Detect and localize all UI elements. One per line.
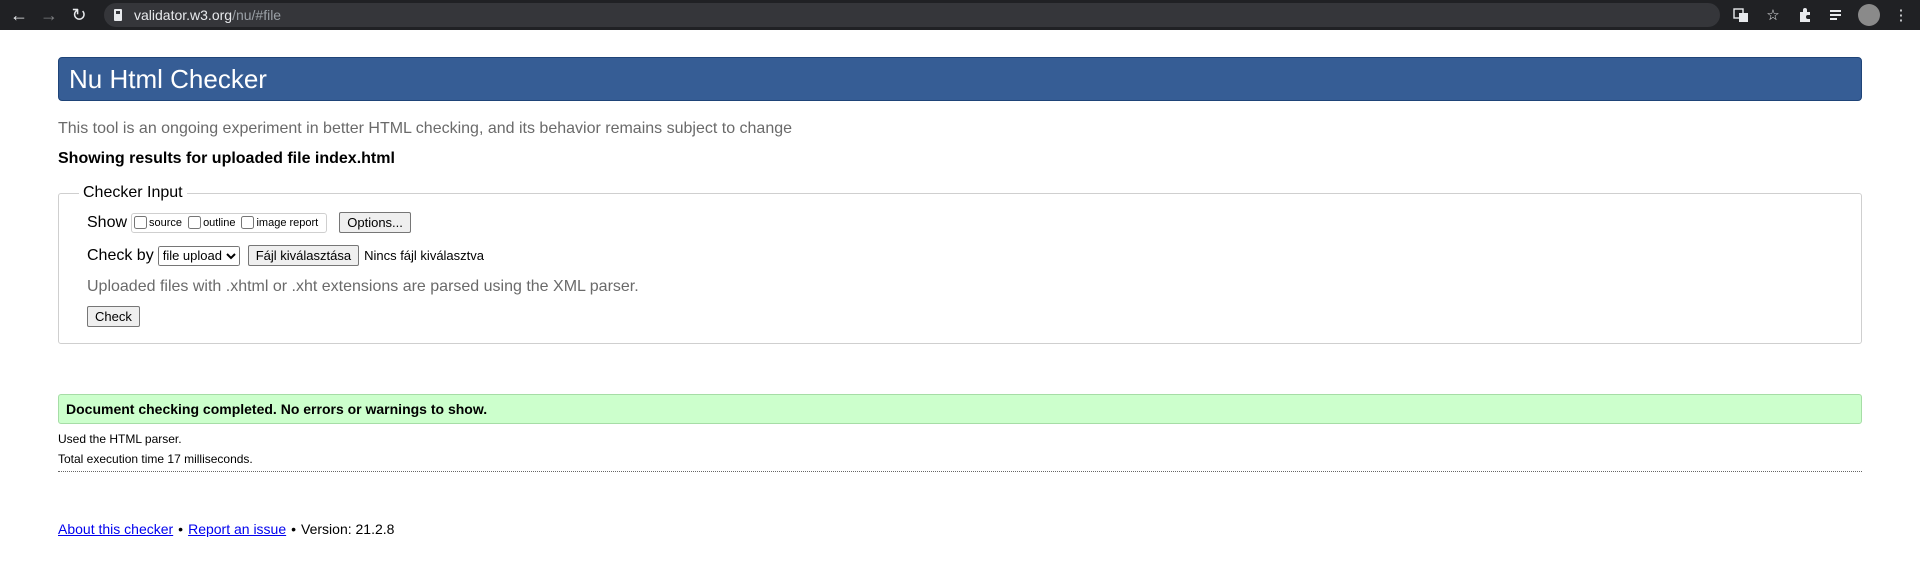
- page-content: Nu Html Checker This tool is an ongoing …: [58, 57, 1862, 537]
- checker-input-legend: Checker Input: [83, 184, 183, 201]
- options-button[interactable]: Options...: [339, 212, 411, 233]
- outline-checkbox[interactable]: [188, 216, 202, 229]
- report-issue-link[interactable]: Report an issue: [188, 521, 286, 537]
- reading-list-icon[interactable]: [1826, 4, 1848, 26]
- showing-results-heading: Showing results for uploaded file index.…: [58, 150, 395, 167]
- show-row: Show source outline image report Options…: [87, 212, 1833, 233]
- about-link[interactable]: About this checker: [58, 521, 173, 537]
- show-label: Show: [87, 213, 128, 231]
- divider: [58, 471, 1862, 472]
- page-title: Nu Html Checker: [69, 63, 267, 94]
- lock-icon: [114, 13, 122, 21]
- result-details: Used the HTML parser. Total execution ti…: [58, 429, 1862, 469]
- intro-text: This tool is an ongoing experiment in be…: [58, 120, 793, 137]
- check-by-select[interactable]: file upload: [157, 245, 240, 266]
- parser-info: Used the HTML parser.: [58, 432, 182, 446]
- url-path: /nu/#file: [232, 7, 282, 23]
- footer: About this checker • Report an issue • Versi…: [58, 521, 1862, 537]
- xml-parser-note: Uploaded files with .xhtml or .xht exten…: [87, 278, 639, 295]
- back-arrow-icon[interactable]: ←: [6, 2, 32, 28]
- check-by-row: Check by file upload Fájl kiválasztása N…: [87, 245, 1833, 266]
- check-button[interactable]: Check: [87, 306, 140, 327]
- avatar-icon[interactable]: [1858, 4, 1880, 26]
- file-status: Nincs fájl kiválasztva: [364, 248, 485, 263]
- address-bar[interactable]: validator.w3.org/nu/#file: [104, 3, 1720, 27]
- star-icon[interactable]: ☆: [1762, 4, 1784, 26]
- image-report-option[interactable]: image report: [241, 216, 318, 229]
- translate-icon[interactable]: [1730, 4, 1752, 26]
- footer-separator: •: [178, 521, 184, 537]
- file-choose-button[interactable]: Fájl kiválasztása: [247, 245, 360, 266]
- source-option[interactable]: source: [134, 216, 182, 229]
- footer-separator-2: •: [291, 521, 297, 537]
- image-report-checkbox[interactable]: [241, 216, 255, 229]
- browser-toolbar: ← → ↻ validator.w3.org/nu/#file ☆ ⋮: [0, 0, 1920, 30]
- show-options: source outline image report: [131, 212, 328, 233]
- execution-time: Total execution time 17 milliseconds.: [58, 452, 253, 466]
- version-text: Version: 21.2.8: [301, 521, 395, 537]
- checker-input-fieldset: Checker Input Show source outline image …: [58, 184, 1862, 344]
- forward-arrow-icon[interactable]: →: [36, 2, 62, 28]
- source-checkbox[interactable]: [134, 216, 148, 229]
- reload-icon[interactable]: ↻: [66, 2, 92, 28]
- success-message: Document checking completed. No errors o…: [58, 394, 1862, 424]
- url-host: validator.w3.org: [134, 7, 233, 23]
- more-icon[interactable]: ⋮: [1890, 4, 1912, 26]
- header-banner: Nu Html Checker: [58, 57, 1862, 101]
- check-by-label: Check by: [87, 246, 154, 264]
- puzzle-icon[interactable]: [1794, 4, 1816, 26]
- outline-option[interactable]: outline: [188, 216, 235, 229]
